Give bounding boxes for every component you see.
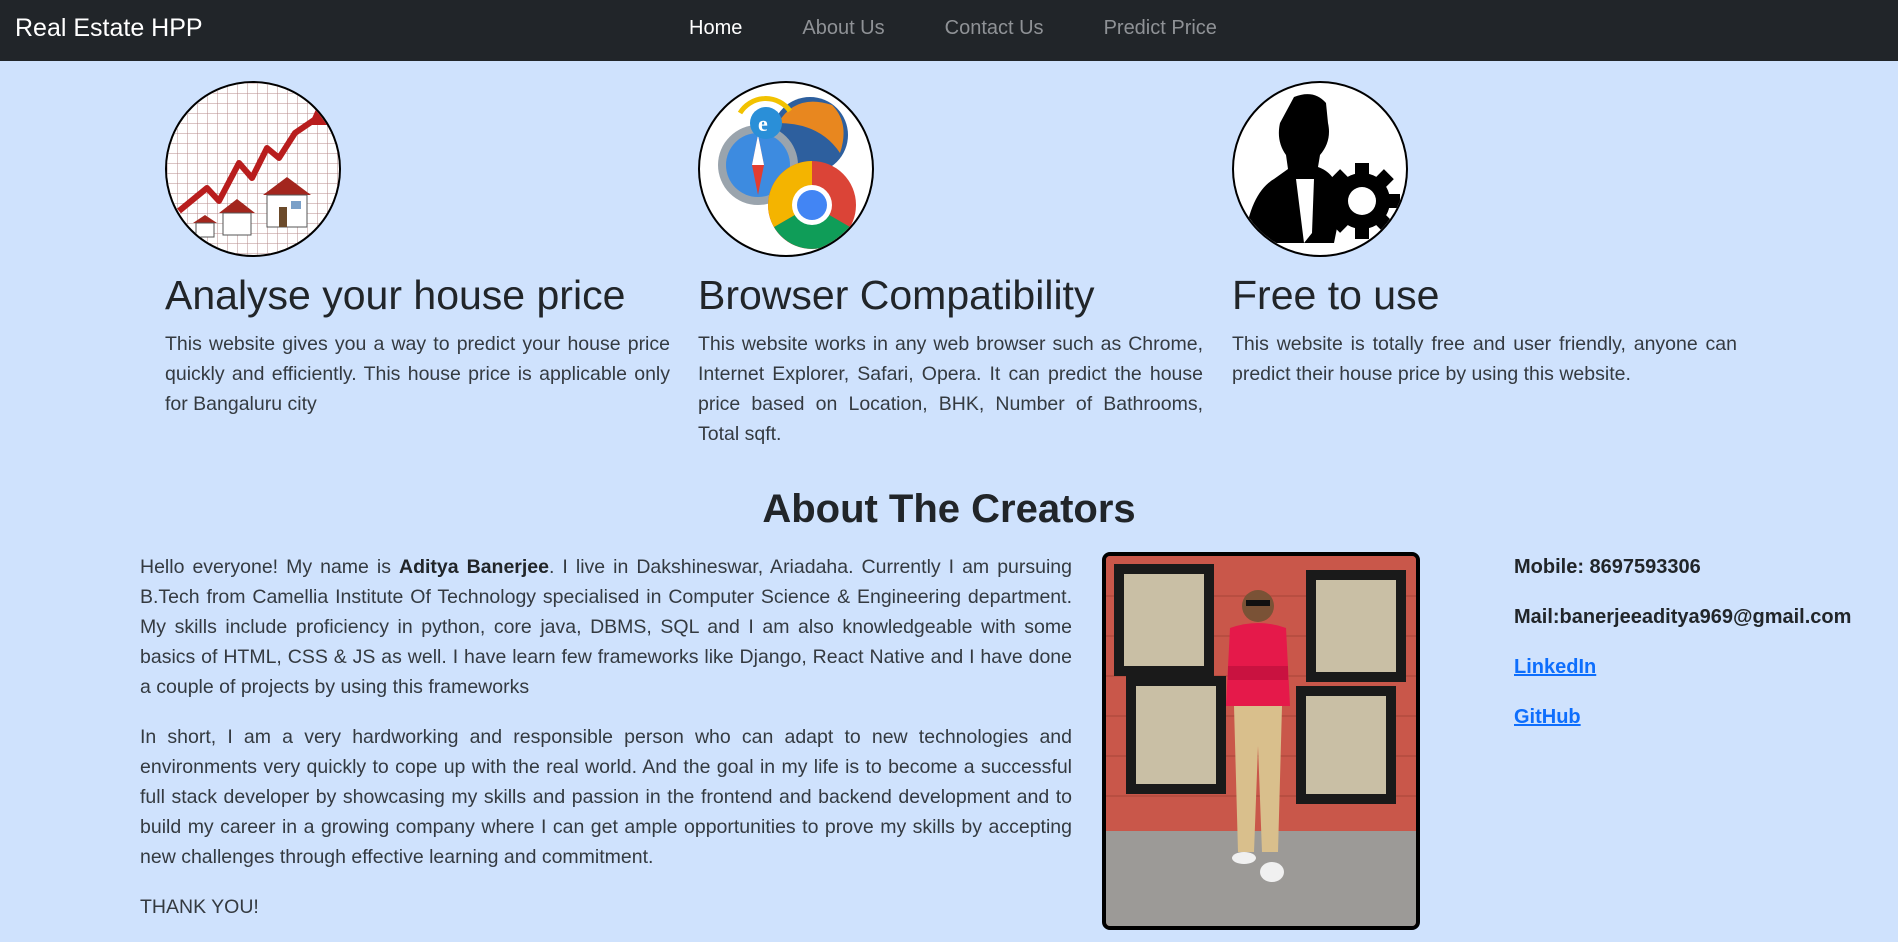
browsers-icon: e xyxy=(698,81,874,257)
about-paragraph-3: THANK YOU! xyxy=(140,896,259,918)
feature-title: Analyse your house price xyxy=(165,272,626,318)
feature-title: Free to use xyxy=(1232,272,1440,318)
feature-title: Browser Compatibility xyxy=(698,272,1095,318)
creator-photo xyxy=(1102,552,1420,930)
feature-browser: e Browser Compatibility This website wor… xyxy=(698,81,1203,449)
feature-text: This website is totally free and user fr… xyxy=(1232,333,1737,385)
feature-analyse: Analyse your house price This website gi… xyxy=(165,81,670,419)
nav-contact-link[interactable]: Contact Us xyxy=(945,16,1044,40)
about-text: Hello everyone! My name is Aditya Banerj… xyxy=(140,552,1072,942)
mobile-number: Mobile: 8697593306 xyxy=(1514,556,1701,578)
linkedin-link[interactable]: LinkedIn xyxy=(1514,652,1851,682)
about-paragraph-2: In short, I am a very hardworking and re… xyxy=(140,726,1072,868)
house-price-chart-icon xyxy=(165,81,341,257)
nav-about-link[interactable]: About Us xyxy=(802,16,884,40)
email-address: Mail:banerjeeaditya969@gmail.com xyxy=(1514,606,1852,628)
about-paragraph-1: Hello everyone! My name is Aditya Banerj… xyxy=(140,552,1072,702)
navbar: Real Estate HPP Home About Us Contact Us… xyxy=(0,0,1898,61)
about-title: About The Creators xyxy=(762,487,1136,531)
nav-home-link[interactable]: Home xyxy=(689,16,742,40)
nav-links: Home About Us Contact Us Predict Price xyxy=(689,16,1277,40)
feature-free: Free to use This website is totally free… xyxy=(1232,81,1737,389)
contact-info: Mobile: 8697593306 Mail:banerjeeaditya96… xyxy=(1514,552,1851,752)
feature-text: This website gives you a way to predict … xyxy=(165,333,670,415)
creator-name: Aditya Banerjee xyxy=(399,556,549,578)
nav-predict-link[interactable]: Predict Price xyxy=(1104,16,1217,40)
feature-text: This website works in any web browser su… xyxy=(698,333,1203,445)
svg-text:e: e xyxy=(758,111,768,136)
brand-logo[interactable]: Real Estate HPP xyxy=(15,13,203,43)
person-gear-icon xyxy=(1232,81,1408,257)
github-link[interactable]: GitHub xyxy=(1514,702,1851,732)
about-intro: Hello everyone! My name is xyxy=(140,556,399,578)
